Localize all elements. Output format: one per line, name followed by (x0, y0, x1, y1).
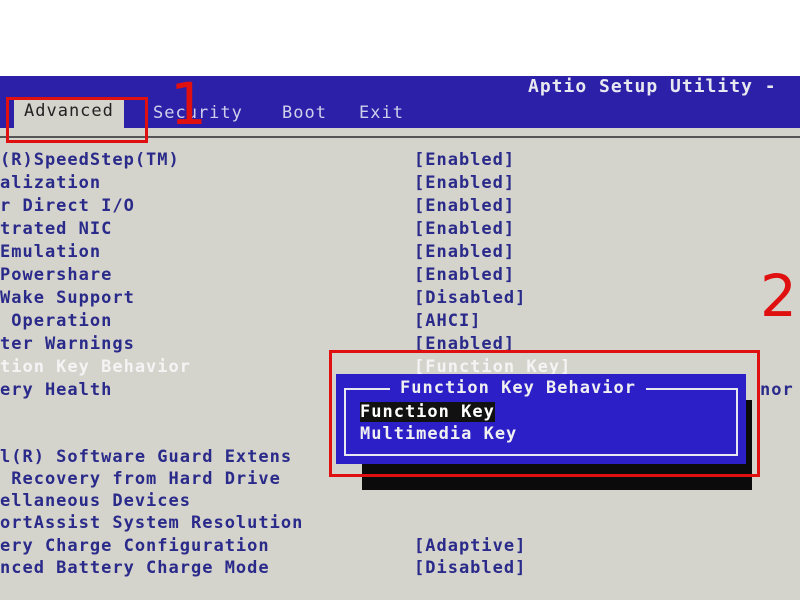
setting-label[interactable]: Emulation (0, 242, 101, 262)
setting-label[interactable]: Powershare (0, 265, 112, 285)
setting-label[interactable]: ter Warnings (0, 334, 135, 354)
setting-label[interactable]: nced Battery Charge Mode (0, 558, 270, 578)
setting-label[interactable]: r Direct I/O (0, 196, 135, 216)
setting-label[interactable]: ery Health (0, 380, 112, 400)
setting-value[interactable]: nor (760, 380, 794, 400)
setting-value[interactable]: [Enabled] (414, 196, 515, 216)
tab-boot[interactable]: Boot (282, 103, 327, 123)
setting-value[interactable]: [Disabled] (414, 288, 526, 308)
annotation-box-2 (329, 350, 760, 477)
setting-label[interactable]: Recovery from Hard Drive (0, 469, 281, 489)
setting-value[interactable]: [AHCI] (414, 311, 481, 331)
annotation-box-1 (6, 97, 148, 143)
setting-label[interactable]: Operation (0, 311, 112, 331)
setting-label[interactable]: l(R) Software Guard Extens (0, 447, 292, 467)
setting-label[interactable]: ortAssist System Resolution (0, 513, 303, 533)
setting-value[interactable]: [Enabled] (414, 173, 515, 193)
setting-label[interactable]: ellaneous Devices (0, 491, 191, 511)
setting-value[interactable]: [Enabled] (414, 219, 515, 239)
setting-value[interactable]: [Enabled] (414, 242, 515, 262)
annotation-number-1: 1 (170, 70, 207, 138)
setting-value[interactable]: [Enabled] (414, 265, 515, 285)
tab-exit[interactable]: Exit (359, 103, 404, 123)
setting-value[interactable]: [Adaptive] (414, 536, 526, 556)
setting-label[interactable]: alization (0, 173, 101, 193)
setting-label[interactable]: tion Key Behavior (0, 357, 191, 377)
setting-label[interactable]: (R)SpeedStep(TM) (0, 150, 180, 170)
setting-label[interactable]: Wake Support (0, 288, 135, 308)
app-title: Aptio Setup Utility - (528, 76, 777, 97)
setting-value[interactable]: [Disabled] (414, 558, 526, 578)
setting-value[interactable]: [Enabled] (414, 150, 515, 170)
annotation-number-2: 2 (760, 262, 797, 330)
setting-label[interactable]: ery Charge Configuration (0, 536, 270, 556)
setting-label[interactable]: trated NIC (0, 219, 112, 239)
